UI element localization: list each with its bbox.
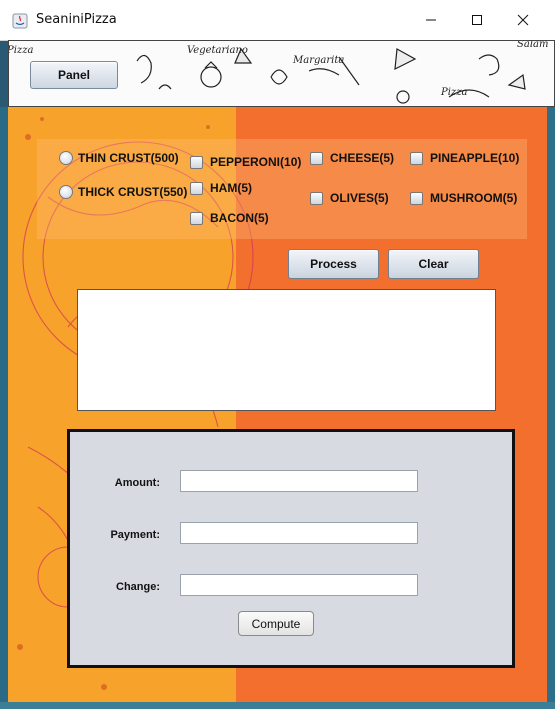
olives-label: OLIVES(5)	[330, 191, 389, 205]
compute-button[interactable]: Compute	[238, 611, 314, 636]
process-button[interactable]: Process	[288, 249, 379, 279]
thick-crust-label: THICK CRUST(550)	[78, 185, 188, 199]
mushroom-label: MUSHROOM(5)	[430, 191, 518, 205]
thin-crust-radio[interactable]: THIN CRUST(500)	[59, 151, 179, 165]
pineapple-label: PINEAPPLE(10)	[430, 151, 520, 165]
pineapple-checkbox[interactable]: PINEAPPLE(10)	[410, 151, 519, 165]
radio-icon	[59, 185, 73, 199]
close-button[interactable]	[500, 0, 546, 40]
checkbox-icon	[190, 211, 203, 225]
banner-text-margarita: Margarita	[292, 55, 344, 66]
main-content: THIN CRUST(500) THICK CRUST(550) PEPPERO…	[8, 107, 547, 702]
checkbox-icon	[410, 191, 423, 205]
java-app-icon	[12, 13, 28, 29]
amount-label: Amount:	[114, 477, 160, 489]
desktop-edge-left	[0, 107, 8, 702]
radio-icon	[59, 151, 73, 165]
pepperoni-label: PEPPERONI(10)	[210, 155, 302, 169]
cheese-checkbox[interactable]: CHEESE(5)	[310, 151, 394, 165]
checkbox-icon	[310, 151, 323, 165]
checkbox-icon	[190, 181, 203, 195]
maximize-icon	[472, 15, 482, 25]
minimize-icon	[426, 19, 436, 21]
minimize-button[interactable]	[408, 0, 454, 40]
change-label: Change:	[116, 581, 160, 593]
checkbox-icon	[410, 151, 423, 165]
change-field[interactable]	[180, 574, 418, 596]
banner-text-salam: Salam	[517, 41, 548, 50]
bacon-label: BACON(5)	[210, 211, 269, 225]
close-icon	[517, 14, 529, 26]
amount-field[interactable]	[180, 470, 418, 492]
window-titlebar: SeaniniPizza	[0, 0, 555, 41]
clear-button[interactable]: Clear	[388, 249, 479, 279]
ham-label: HAM(5)	[210, 181, 252, 195]
cheese-label: CHEESE(5)	[330, 151, 395, 165]
panel-button[interactable]: Panel	[30, 61, 118, 89]
pepperoni-checkbox[interactable]: PEPPERONI(10)	[190, 155, 301, 169]
desktop-edge-bottom	[0, 702, 555, 709]
payment-field[interactable]	[180, 522, 418, 544]
window-title: SeaniniPizza	[36, 12, 117, 27]
bacon-checkbox[interactable]: BACON(5)	[190, 211, 269, 225]
mushroom-checkbox[interactable]: MUSHROOM(5)	[410, 191, 517, 205]
payment-panel: Amount: Payment: Change: Compute	[67, 429, 515, 668]
thick-crust-radio[interactable]: THICK CRUST(550)	[59, 185, 187, 199]
maximize-button[interactable]	[454, 0, 500, 40]
banner-text-pizza-2: Pizza	[440, 87, 467, 98]
header-banner: Pizza Vegetariano Margarita Pizza Salam …	[8, 40, 555, 107]
thin-crust-label: THIN CRUST(500)	[78, 151, 179, 165]
ham-checkbox[interactable]: HAM(5)	[190, 181, 252, 195]
order-output-area[interactable]	[77, 289, 496, 411]
payment-label: Payment:	[110, 529, 160, 541]
banner-text-pizza: Pizza	[9, 45, 33, 56]
banner-text-vegetariano: Vegetariano	[187, 45, 248, 56]
checkbox-icon	[190, 155, 203, 169]
desktop-edge-right	[547, 107, 555, 709]
checkbox-icon	[310, 191, 323, 205]
olives-checkbox[interactable]: OLIVES(5)	[310, 191, 389, 205]
